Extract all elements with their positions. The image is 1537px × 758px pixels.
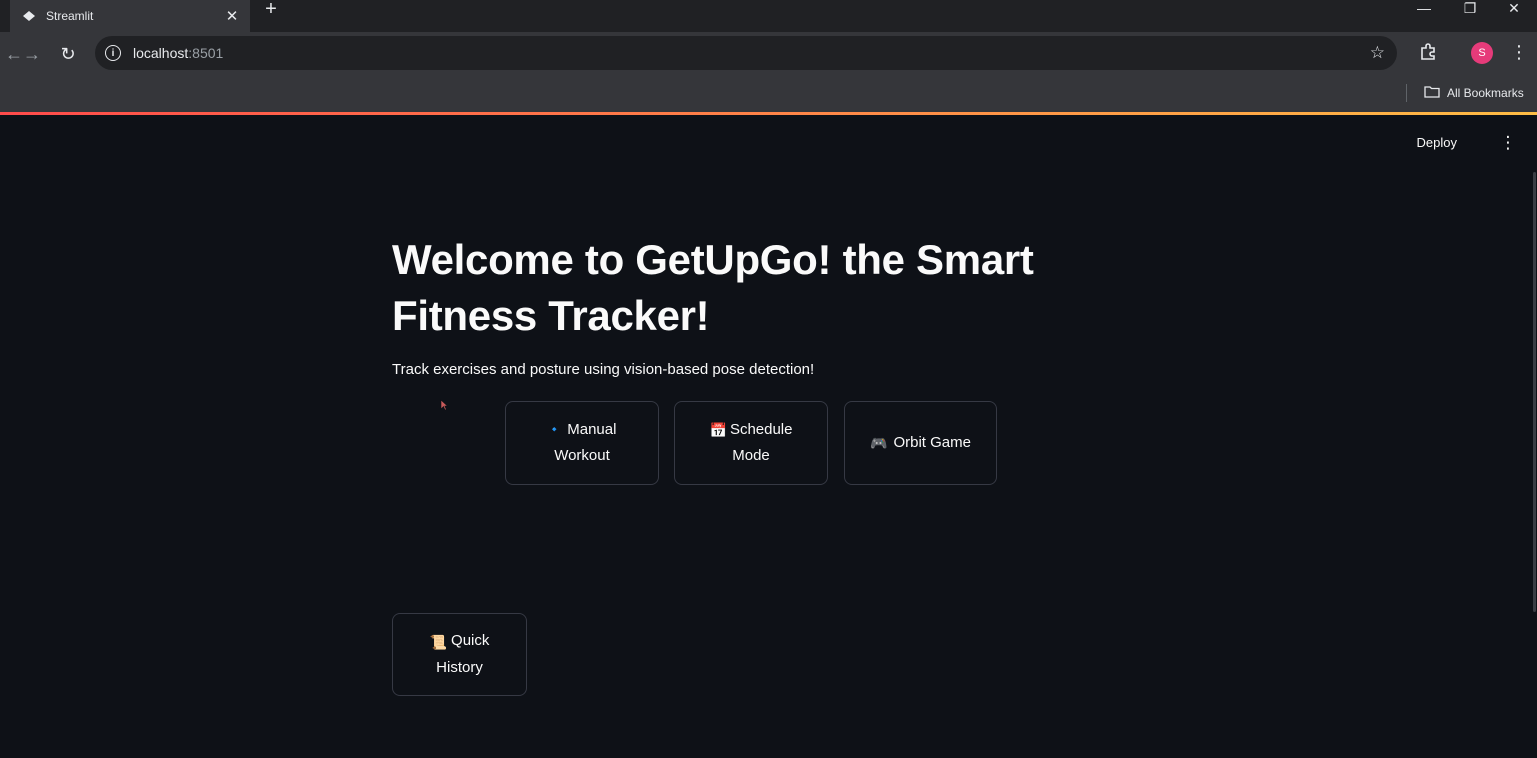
manual-workout-label-2: Workout (554, 447, 610, 465)
tab-close-icon[interactable]: ✕ (222, 6, 242, 26)
url-port: :8501 (188, 45, 224, 61)
all-bookmarks-button[interactable]: All Bookmarks (1424, 82, 1524, 104)
schedule-mode-label-2: Mode (732, 447, 770, 465)
folder-icon (1424, 85, 1440, 101)
diamond-icon: 🔹 (547, 424, 562, 437)
extensions-icon[interactable] (1416, 40, 1440, 64)
orbit-game-button[interactable]: 🎮 Orbit Game (844, 401, 997, 485)
calendar-icon: 📅 (709, 422, 727, 439)
close-window-button[interactable]: ✕ (1491, 0, 1537, 18)
profile-avatar[interactable]: S (1471, 42, 1493, 64)
browser-menu-icon[interactable]: ⋮ (1509, 40, 1529, 64)
schedule-mode-button[interactable]: 📅 Schedule Mode (674, 401, 828, 485)
restore-button[interactable]: ❐ (1447, 0, 1493, 18)
site-info-icon[interactable]: i (105, 45, 121, 61)
deploy-button[interactable]: Deploy (1417, 135, 1457, 150)
bookmarks-divider (1406, 84, 1407, 102)
browser-tabstrip: Streamlit ✕ + — ❐ ✕ (0, 0, 1537, 32)
bookmarks-bar: All Bookmarks (0, 76, 1537, 112)
orbit-game-label: Orbit Game (893, 433, 971, 451)
all-bookmarks-label: All Bookmarks (1447, 86, 1524, 100)
address-bar[interactable]: i localhost:8501 ☆ (95, 36, 1397, 70)
url-text: localhost:8501 (133, 45, 223, 61)
quick-history-label-2: History (436, 658, 483, 676)
app-menu-icon[interactable]: ⋮ (1499, 133, 1517, 153)
page-title: Welcome to GetUpGo! the Smart Fitness Tr… (392, 236, 1034, 339)
scrollbar[interactable] (1533, 172, 1536, 612)
quick-history-label-1: Quick (451, 632, 490, 650)
tab-title: Streamlit (46, 9, 94, 23)
browser-tab[interactable]: Streamlit ✕ (10, 0, 250, 32)
minimize-button[interactable]: — (1401, 0, 1447, 18)
forward-icon[interactable]: → (18, 40, 46, 68)
reload-icon[interactable]: ↻ (54, 40, 82, 68)
manual-workout-label-1: Manual (567, 420, 617, 438)
browser-toolbar: ← → ↻ i localhost:8501 ☆ S ⋮ (0, 32, 1537, 76)
streamlit-favicon-icon (22, 9, 36, 23)
quick-history-button[interactable]: 📜 Quick History (392, 613, 527, 696)
mouse-cursor-icon (440, 398, 449, 416)
scroll-icon: 📜 (429, 633, 448, 650)
streamlit-app: Deploy ⋮ Welcome to GetUpGo! the Smart F… (0, 115, 1537, 758)
new-tab-button[interactable]: + (259, 0, 283, 20)
page-subtitle: Track exercises and posture using vision… (392, 361, 815, 378)
game-controller-icon: 🎮 (870, 435, 888, 452)
schedule-mode-label-1: Schedule (729, 420, 793, 438)
url-host: localhost (133, 45, 189, 61)
bookmark-star-icon[interactable]: ☆ (1370, 43, 1385, 63)
manual-workout-button[interactable]: 🔹 Manual Workout (505, 401, 659, 485)
